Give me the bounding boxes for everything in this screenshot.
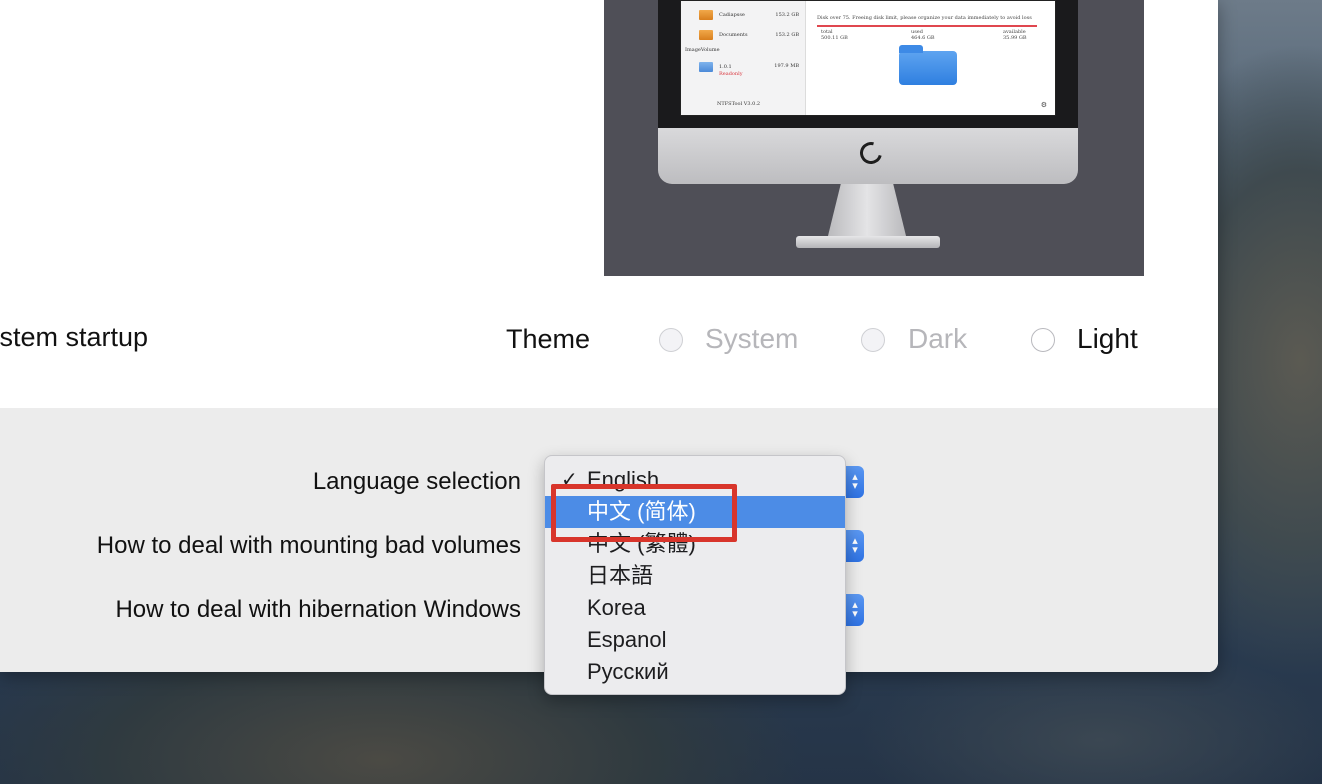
imac-chin	[658, 128, 1078, 184]
preview-drive-size: 153.2 GB	[775, 12, 799, 18]
menu-item-japanese[interactable]: 日本語	[545, 560, 845, 592]
drive-icon	[699, 30, 713, 40]
preview-volume-status: Readonly	[719, 71, 743, 77]
theme-system-label: System	[705, 323, 799, 354]
logo-icon	[855, 137, 887, 169]
product-preview-image: Cadiapsse 153.2 GB Documents 153.2 GB Im…	[604, 0, 1144, 276]
gear-icon: ⚙	[1040, 101, 1047, 109]
hibernation-select-stepper[interactable]: ▴ ▾	[846, 594, 864, 626]
menu-item-spanish[interactable]: Espanol	[545, 624, 845, 656]
menu-item-label: Espanol	[587, 627, 667, 652]
preview-drive-name: Cadiapsse	[719, 12, 745, 18]
preview-drive-row: Documents	[699, 29, 748, 41]
preview-usage-bar	[817, 25, 1037, 27]
preview-drive-row: Cadiapsse	[699, 9, 745, 21]
imac-base	[796, 236, 940, 248]
language-select-stepper[interactable]: ▴ ▾	[846, 466, 864, 498]
theme-system-radio[interactable]	[659, 328, 683, 352]
menu-item-korean[interactable]: Korea	[545, 592, 845, 624]
preview-drive-name: Documents	[719, 32, 748, 38]
theme-dark-radio[interactable]	[861, 328, 885, 352]
language-selection-label: Language selection	[312, 468, 521, 495]
menu-item-label: Korea	[587, 595, 646, 620]
preview-volume-name: 1.0.1	[719, 64, 732, 70]
preview-stat-value: 500.11 GB	[821, 35, 848, 41]
chevron-down-icon: ▾	[852, 544, 858, 556]
drive-icon	[699, 10, 713, 20]
bad-volumes-select-stepper[interactable]: ▴ ▾	[846, 530, 864, 562]
preview-sidebar: Cadiapsse 153.2 GB Documents 153.2 GB Im…	[681, 1, 806, 115]
bad-volumes-label: How to deal with mounting bad volumes	[96, 532, 521, 559]
menu-item-label: 日本語	[587, 563, 654, 588]
imac-screen: Cadiapsse 153.2 GB Documents 153.2 GB Im…	[680, 0, 1056, 116]
chevron-down-icon: ▾	[852, 608, 858, 620]
startup-label: ystem startup	[0, 322, 149, 352]
menu-item-label: Русский	[587, 659, 669, 684]
preview-section-label: ImageVolume	[685, 47, 720, 53]
theme-label: Theme	[506, 324, 591, 354]
hibernation-label: How to deal with hibernation Windows	[115, 596, 521, 623]
chevron-down-icon: ▾	[852, 480, 858, 492]
preview-volume-size: 197.9 MB	[774, 63, 799, 69]
menu-item-russian[interactable]: Русский	[545, 656, 845, 688]
theme-light-label: Light	[1077, 323, 1138, 354]
imac-bezel: Cadiapsse 153.2 GB Documents 153.2 GB Im…	[658, 0, 1078, 128]
preview-stat-value: 464.6 GB	[911, 35, 935, 41]
folder-icon	[899, 45, 957, 85]
preview-version: NTFSTool V3.0.2	[717, 101, 761, 107]
preview-stat-value: 35.99 GB	[1003, 35, 1027, 41]
imac-stand	[826, 184, 908, 244]
volume-icon	[699, 62, 713, 72]
preview-main: Disk over 75. Freeing disk limit, please…	[807, 1, 1055, 115]
preview-warning: Disk over 75. Freeing disk limit, please…	[817, 15, 1032, 21]
annotation-highlight-box	[551, 484, 737, 542]
theme-light-radio[interactable]	[1031, 328, 1055, 352]
preview-drive-size: 153.2 GB	[775, 32, 799, 38]
theme-dark-label: Dark	[908, 323, 968, 354]
